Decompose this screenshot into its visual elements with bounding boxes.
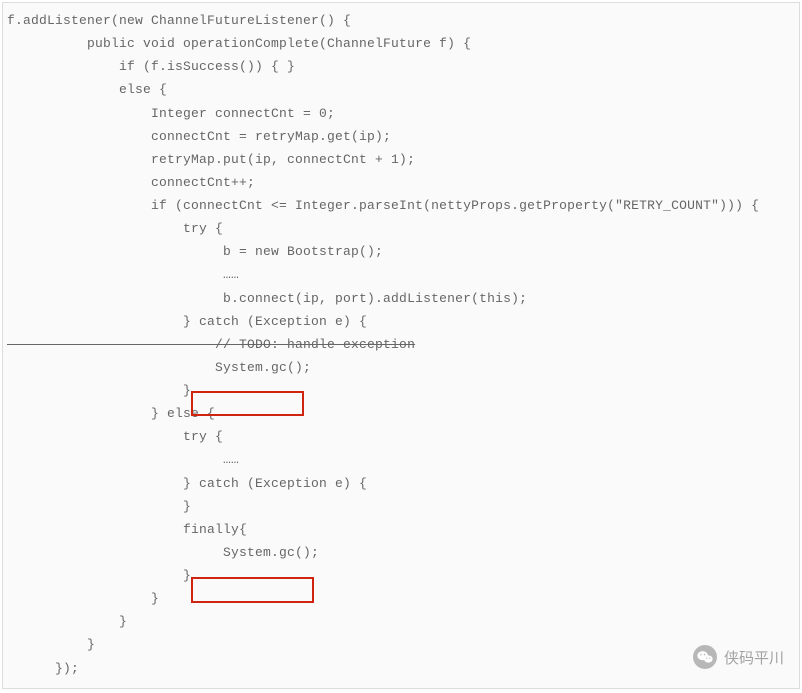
code-line: }	[7, 383, 191, 398]
code-line: }	[7, 499, 191, 514]
code-content: f.addListener(new ChannelFutureListener(…	[7, 9, 795, 680]
code-line: try {	[7, 221, 223, 236]
code-line: if (connectCnt <= Integer.parseInt(netty…	[7, 198, 759, 213]
code-line: System.gc();	[7, 545, 319, 560]
code-line: System.gc();	[7, 360, 311, 375]
code-line: b.connect(ip, port).addListener(this);	[7, 291, 527, 306]
code-block: f.addListener(new ChannelFutureListener(…	[2, 2, 800, 689]
code-line: ……	[7, 267, 239, 282]
code-line: }	[7, 591, 159, 606]
code-line: }	[7, 614, 127, 629]
code-line: else {	[7, 82, 167, 97]
code-line: finally{	[7, 522, 247, 537]
code-line: } catch (Exception e) {	[7, 314, 367, 329]
code-line: }	[7, 568, 191, 583]
code-line: // TODO: handle exception	[7, 337, 415, 352]
code-line: try {	[7, 429, 223, 444]
code-line: } else {	[7, 406, 215, 421]
code-line: connectCnt = retryMap.get(ip);	[7, 129, 391, 144]
code-line: public void operationComplete(ChannelFut…	[7, 36, 471, 51]
code-line: }	[7, 637, 95, 652]
wechat-icon	[693, 645, 717, 669]
code-line: b = new Bootstrap();	[7, 244, 383, 259]
watermark: 侠码平川	[693, 645, 784, 669]
code-line: if (f.isSuccess()) { }	[7, 59, 295, 74]
code-line: connectCnt++;	[7, 175, 255, 190]
code-line: ……	[7, 452, 239, 467]
watermark-text: 侠码平川	[724, 647, 784, 668]
code-line: Integer connectCnt = 0;	[7, 106, 335, 121]
code-line: f.addListener(new ChannelFutureListener(…	[7, 13, 351, 28]
code-line: });	[7, 661, 79, 676]
code-line: retryMap.put(ip, connectCnt + 1);	[7, 152, 415, 167]
code-line: } catch (Exception e) {	[7, 476, 367, 491]
